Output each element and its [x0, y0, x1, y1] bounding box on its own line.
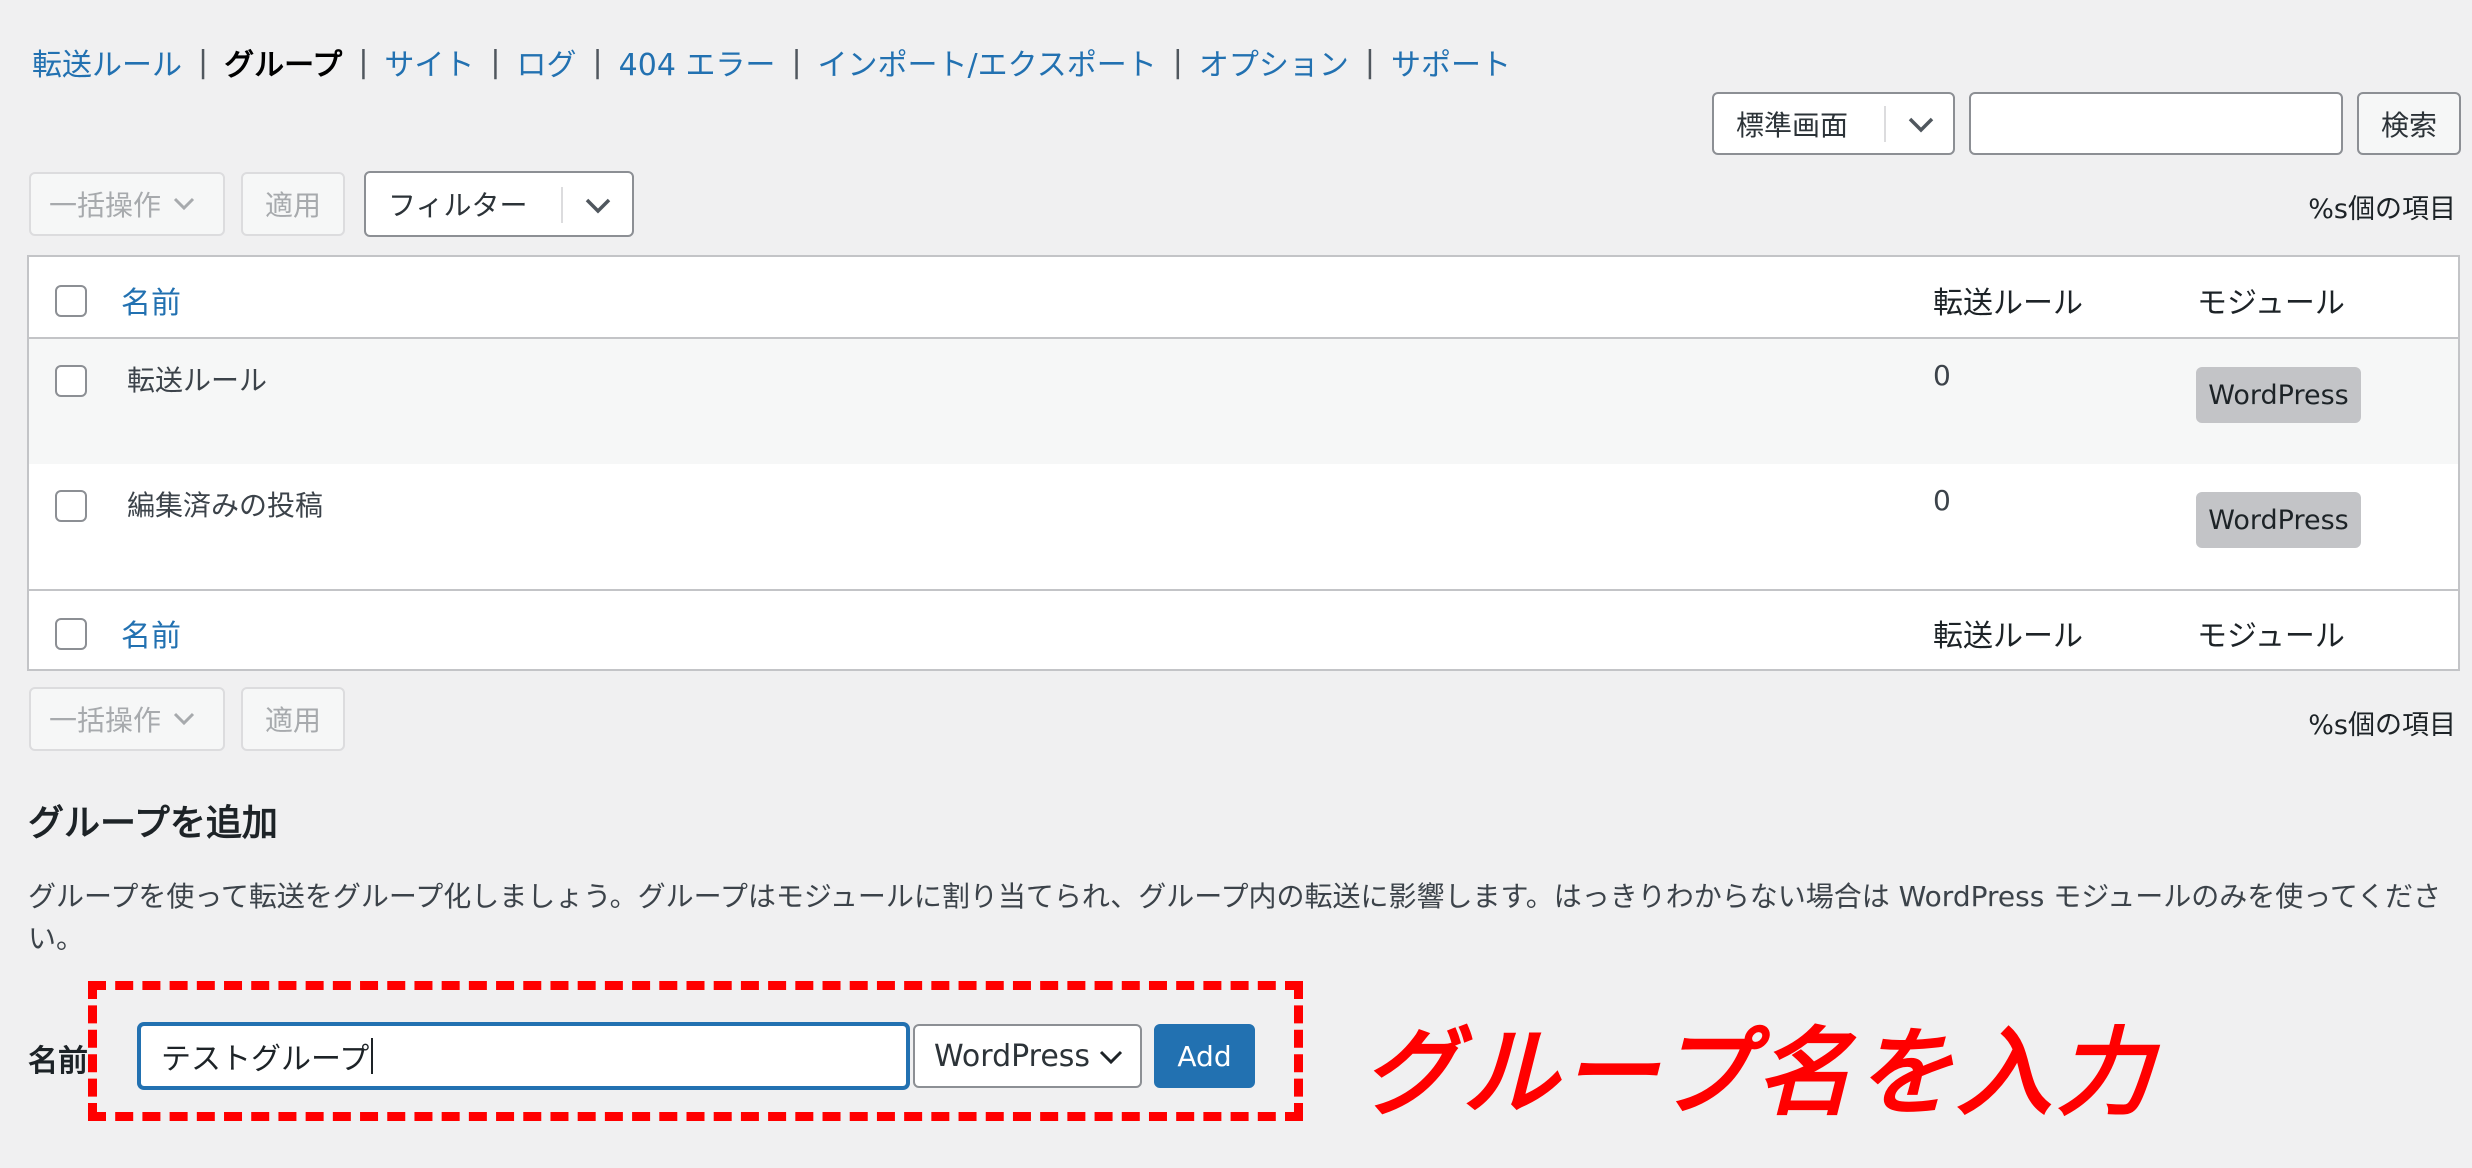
table-row: 転送ルール 0 WordPress — [29, 339, 2458, 464]
column-header-name[interactable]: 名前 — [121, 278, 181, 322]
view-mode-select[interactable]: 標準画面 — [1712, 92, 1955, 155]
annotation-highlight-box — [88, 981, 1303, 1121]
table-row: 編集済みの投稿 0 WordPress — [29, 464, 2458, 589]
nav-404-errors[interactable]: 404 エラー — [619, 40, 776, 84]
chevron-down-icon — [173, 197, 195, 211]
nav-separator: | — [198, 44, 209, 80]
column-footer-name[interactable]: 名前 — [121, 611, 181, 655]
select-all-checkbox[interactable] — [55, 285, 87, 317]
chevron-down-icon — [1908, 117, 1934, 133]
nav-separator: | — [490, 44, 501, 80]
filter-select[interactable]: フィルター — [364, 171, 634, 237]
table-header-row: 名前 転送ルール モジュール — [29, 257, 2458, 339]
filter-label: フィルター — [388, 189, 528, 222]
select-all-checkbox-footer[interactable] — [55, 618, 87, 650]
bulk-action-label: 一括操作 — [49, 189, 162, 222]
nav-separator: | — [1172, 44, 1183, 80]
nav-sites[interactable]: サイト — [384, 40, 474, 84]
chevron-down-icon — [585, 198, 611, 214]
nav-options[interactable]: オプション — [1199, 40, 1349, 84]
search-input[interactable] — [1969, 92, 2343, 155]
rules-count: 0 — [1933, 484, 1951, 517]
nav-separator: | — [791, 44, 802, 80]
apply-button-top[interactable]: 適用 — [241, 172, 345, 236]
module-badge: WordPress — [2196, 367, 2361, 423]
name-field-label: 名前 — [28, 1044, 88, 1079]
select-divider — [1884, 106, 1886, 142]
nav-logs[interactable]: ログ — [517, 40, 577, 84]
bulk-action-select-bottom[interactable]: 一括操作 — [29, 687, 225, 751]
nav-redirects[interactable]: 転送ルール — [32, 40, 182, 84]
column-footer-module: モジュール — [2197, 619, 2345, 654]
select-divider — [561, 187, 563, 223]
group-name[interactable]: 編集済みの投稿 — [127, 484, 323, 524]
apply-button-bottom[interactable]: 適用 — [241, 687, 345, 751]
row-checkbox[interactable] — [55, 365, 87, 397]
view-mode-label: 標準画面 — [1736, 108, 1849, 142]
nav-separator: | — [358, 44, 369, 80]
nav-separator: | — [592, 44, 603, 80]
column-footer-rules: 転送ルール — [1933, 619, 2083, 654]
group-name[interactable]: 転送ルール — [127, 359, 267, 399]
column-header-rules: 転送ルール — [1933, 286, 2083, 321]
module-badge: WordPress — [2196, 492, 2361, 548]
annotation-text: グループ名を入力 — [1362, 1017, 2157, 1129]
items-count-bottom: %s個の項目 — [2308, 710, 2456, 741]
items-count-top: %s個の項目 — [2308, 194, 2456, 225]
column-header-module: モジュール — [2197, 286, 2345, 321]
row-checkbox[interactable] — [55, 490, 87, 522]
add-group-description: グループを使って転送をグループ化しましょう。グループはモジュールに割り当てられ、… — [28, 880, 2441, 955]
subsubsub-nav: 転送ルール | グループ | サイト | ログ | 404 エラー | インポー… — [32, 40, 1511, 84]
search-button[interactable]: 検索 — [2357, 92, 2461, 155]
nav-import-export[interactable]: インポート/エクスポート — [818, 40, 1157, 84]
nav-groups-current[interactable]: グループ — [224, 40, 342, 84]
groups-table: 名前 転送ルール モジュール 転送ルール 0 WordPress 編集済みの投稿… — [27, 255, 2460, 671]
table-footer-row: 名前 転送ルール モジュール — [29, 589, 2458, 669]
bulk-action-label: 一括操作 — [49, 704, 162, 737]
add-group-heading: グループを追加 — [28, 803, 278, 844]
nav-support[interactable]: サポート — [1391, 40, 1511, 84]
chevron-down-icon — [173, 712, 195, 726]
rules-count: 0 — [1933, 359, 1951, 392]
bulk-action-select-top[interactable]: 一括操作 — [29, 172, 225, 236]
nav-separator: | — [1364, 44, 1375, 80]
